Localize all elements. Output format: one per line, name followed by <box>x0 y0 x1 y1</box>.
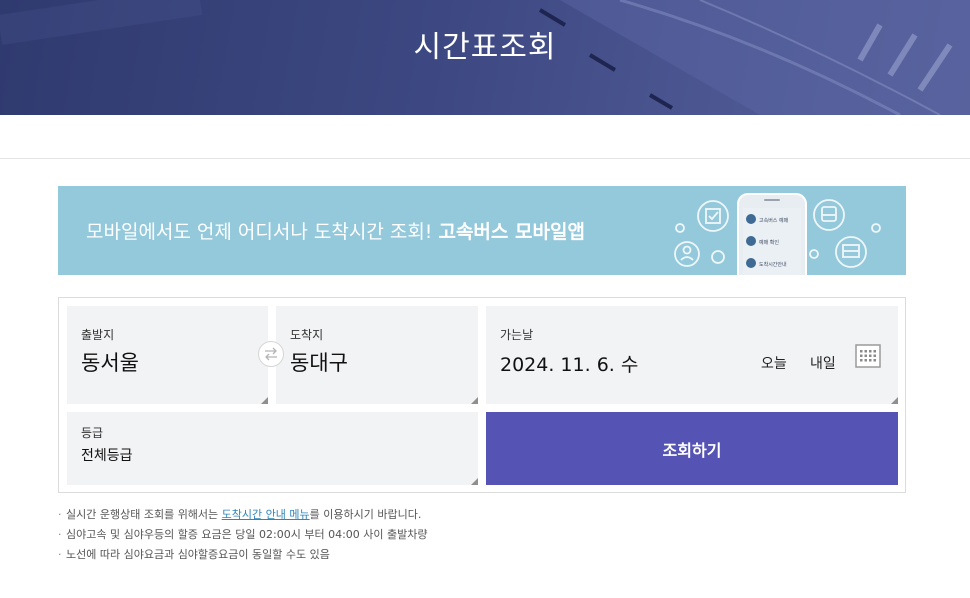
banner-highlight: 고속버스 모바일앱 <box>438 221 585 243</box>
notice-text: 를 이용하시기 바랍니다. <box>309 508 422 521</box>
grade-label: 등급 <box>81 426 104 440</box>
swap-route-button[interactable] <box>258 341 284 367</box>
date-field[interactable]: 가는날 2024. 11. 6. 수 오늘 내일 <box>486 306 898 404</box>
dropdown-corner-icon <box>471 397 478 404</box>
dropdown-corner-icon <box>891 397 898 404</box>
section-divider <box>0 158 970 159</box>
date-value[interactable]: 2024. 11. 6. 수 <box>500 350 638 377</box>
notice-item: 실시간 운행상태 조회를 위해서는 도착시간 안내 메뉴를 이용하시기 바랍니다… <box>58 507 427 527</box>
banner-text: 모바일에서도 언제 어디서나 도착시간 조회! 고속버스 모바일앱 <box>86 217 585 244</box>
notice-list: 실시간 운행상태 조회를 위해서는 도착시간 안내 메뉴를 이용하시기 바랍니다… <box>58 507 427 567</box>
grade-field[interactable]: 등급 전체등급 <box>67 412 478 485</box>
calendar-icon[interactable] <box>855 344 881 368</box>
dropdown-corner-icon <box>261 397 268 404</box>
departure-value[interactable]: 동서울 <box>81 347 139 377</box>
today-button[interactable]: 오늘 <box>761 353 787 373</box>
grade-value[interactable]: 전체등급 <box>81 445 133 465</box>
swap-arrows-icon <box>265 347 277 361</box>
notice-text: 실시간 운행상태 조회를 위해서는 <box>66 508 222 521</box>
notice-item: 노선에 따라 심야요금과 심야할증요금이 동일할 수도 있음 <box>58 547 427 567</box>
phone-menu-item-3: 도착시간안내 <box>759 261 787 268</box>
notice-item: 심야고속 및 심야우등의 할증 요금은 당일 02:00시 부터 04:00 사… <box>58 527 427 547</box>
banner-message: 모바일에서도 언제 어디서나 도착시간 조회! <box>86 221 439 243</box>
arrival-label: 도착지 <box>290 328 324 342</box>
tomorrow-button[interactable]: 내일 <box>810 353 836 373</box>
departure-label: 출발지 <box>81 328 115 342</box>
search-button[interactable]: 조회하기 <box>486 412 898 485</box>
hero-header: 시간표조회 <box>0 0 970 115</box>
mobile-app-illustration: 고속버스 예매 예매 확인 도착시간안내 <box>674 193 881 275</box>
phone-menu-item-1: 고속버스 예매 <box>759 217 789 224</box>
timetable-search-form: 출발지 동서울 도착지 동대구 가는날 2024. 11. 6. 수 오늘 내일… <box>58 297 906 493</box>
arrival-field[interactable]: 도착지 동대구 <box>276 306 478 404</box>
arrival-info-menu-link[interactable]: 도착시간 안내 메뉴 <box>222 508 310 521</box>
page-title: 시간표조회 <box>413 30 557 65</box>
departure-field[interactable]: 출발지 동서울 <box>67 306 268 404</box>
date-label: 가는날 <box>500 328 534 342</box>
arrival-value[interactable]: 동대구 <box>290 347 348 377</box>
dropdown-corner-icon <box>471 478 478 485</box>
mobile-app-banner[interactable]: 모바일에서도 언제 어디서나 도착시간 조회! 고속버스 모바일앱 고속버스 예… <box>58 186 906 275</box>
phone-menu-item-2: 예매 확인 <box>759 239 779 246</box>
